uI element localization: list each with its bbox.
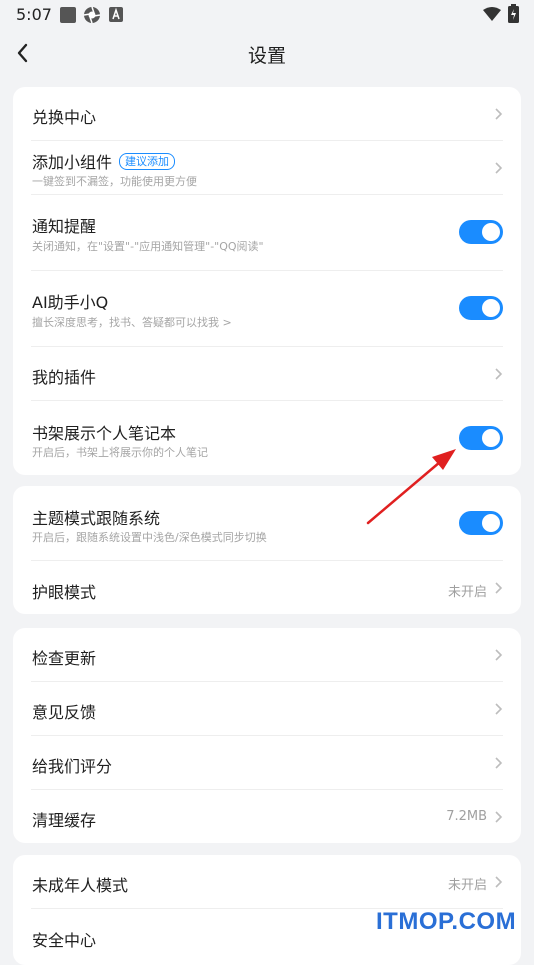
- row-label: 给我们评分: [32, 757, 113, 776]
- keyboard-a-icon: [109, 7, 123, 22]
- row-label: 主题模式跟随系统: [32, 509, 161, 528]
- row-rate-us[interactable]: 给我们评分: [31, 736, 503, 790]
- row-label: 检查更新: [32, 649, 97, 668]
- chevron-right-icon: [495, 703, 503, 715]
- notification-toggle[interactable]: [459, 220, 503, 244]
- watermark-logo: ITMOP.COM: [376, 908, 517, 935]
- row-clear-cache[interactable]: 清理缓存 7.2MB: [31, 790, 503, 843]
- status-bar: 5:07: [0, 0, 534, 30]
- row-label: 未成年人模式: [32, 876, 129, 895]
- row-label: AI助手小Q: [32, 293, 109, 312]
- battery-icon: [508, 4, 519, 23]
- app-notification-icon: [60, 7, 76, 23]
- row-value: 未开启: [447, 585, 487, 600]
- row-label: 兑换中心: [32, 108, 97, 127]
- theme-follow-toggle[interactable]: [459, 511, 503, 535]
- chevron-right-icon: [495, 649, 503, 661]
- row-subtitle: 关闭通知，在"设置"-"应用通知管理"-"QQ阅读": [32, 240, 264, 253]
- row-check-update[interactable]: 检查更新: [31, 628, 503, 682]
- row-subtitle: 开启后，书架上将展示你的个人笔记: [32, 446, 208, 459]
- row-label: 护眼模式: [32, 583, 97, 602]
- chevron-right-icon: [495, 757, 503, 769]
- page-title: 设置: [247, 45, 286, 67]
- settings-card-general: 兑换中心 添加小组件 建议添加 一键签到不漏签，功能使用更方便 通知提醒 关闭通知…: [13, 87, 521, 475]
- chevron-right-icon: [495, 162, 503, 174]
- chevron-right-icon: [495, 108, 503, 120]
- row-feedback[interactable]: 意见反馈: [31, 682, 503, 736]
- bookshelf-notebook-toggle[interactable]: [459, 426, 503, 450]
- row-label: 通知提醒: [32, 217, 97, 236]
- chevron-right-icon: [495, 582, 503, 594]
- row-eye-care-mode[interactable]: 护眼模式 未开启: [31, 561, 503, 614]
- row-add-widget[interactable]: 添加小组件 建议添加 一键签到不漏签，功能使用更方便: [31, 141, 503, 195]
- row-value: 未开启: [447, 878, 487, 893]
- row-label-text: 添加小组件: [32, 153, 113, 172]
- row-label: 我的插件: [32, 368, 97, 387]
- toggle-knob: [482, 299, 500, 317]
- chevron-right-icon: [495, 368, 503, 380]
- row-subtitle: 一键签到不漏签，功能使用更方便: [32, 175, 197, 188]
- row-redeem-center[interactable]: 兑换中心: [31, 87, 503, 141]
- ai-assistant-toggle[interactable]: [459, 296, 503, 320]
- row-subtitle: 开启后，跟随系统设置中浅色/深色模式同步切换: [32, 531, 267, 544]
- settings-card-support: 检查更新 意见反馈 给我们评分 清理缓存 7.2MB: [13, 628, 521, 843]
- row-ai-assistant: AI助手小Q 擅长深度思考，找书、答疑都可以找我 >: [31, 271, 503, 347]
- row-label: 添加小组件 建议添加: [32, 149, 176, 173]
- row-label: 书架展示个人笔记本: [32, 424, 177, 443]
- toggle-knob: [482, 514, 500, 532]
- toggle-knob: [482, 223, 500, 241]
- top-bar: 设置: [0, 30, 534, 76]
- row-minor-mode[interactable]: 未成年人模式 未开启: [31, 855, 503, 909]
- shutter-icon: [83, 6, 101, 24]
- suggest-badge: 建议添加: [119, 153, 176, 170]
- row-value: 7.2MB: [446, 809, 487, 824]
- row-my-plugins[interactable]: 我的插件: [31, 347, 503, 401]
- status-time: 5:07: [16, 5, 52, 24]
- wifi-icon: [483, 7, 501, 21]
- row-bookshelf-notebook: 书架展示个人笔记本 开启后，书架上将展示你的个人笔记: [31, 401, 503, 475]
- toggle-knob: [482, 429, 500, 447]
- row-notification: 通知提醒 关闭通知，在"设置"-"应用通知管理"-"QQ阅读": [31, 195, 503, 271]
- row-theme-follow-system: 主题模式跟随系统 开启后，跟随系统设置中浅色/深色模式同步切换: [31, 486, 503, 561]
- chevron-right-icon: [495, 811, 503, 823]
- row-label: 安全中心: [32, 931, 97, 950]
- row-label: 意见反馈: [32, 703, 97, 722]
- row-label: 清理缓存: [32, 811, 97, 830]
- settings-card-display: 主题模式跟随系统 开启后，跟随系统设置中浅色/深色模式同步切换 护眼模式 未开启: [13, 486, 521, 614]
- chevron-right-icon: [495, 876, 503, 888]
- row-subtitle: 擅长深度思考，找书、答疑都可以找我 >: [32, 316, 232, 329]
